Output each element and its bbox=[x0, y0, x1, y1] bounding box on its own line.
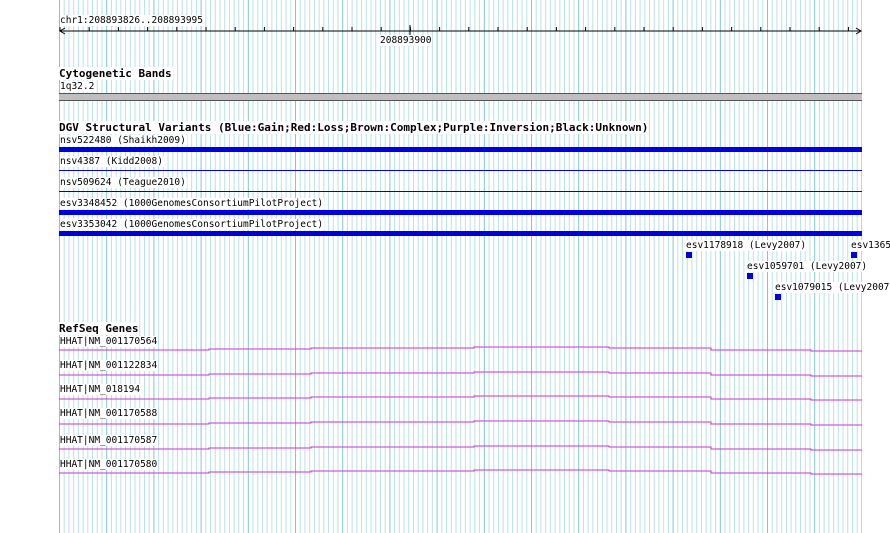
variant-label: esv1365 bbox=[851, 240, 890, 251]
track-title-refseq: RefSeq Genes bbox=[59, 322, 140, 335]
variant-label: esv1178918 (Levy2007) bbox=[686, 240, 808, 251]
variant-marker[interactable] bbox=[775, 294, 781, 300]
gene-model[interactable] bbox=[59, 467, 862, 476]
variant-bar[interactable] bbox=[59, 231, 862, 236]
gene-model[interactable] bbox=[59, 393, 862, 402]
cytoband-bar[interactable] bbox=[59, 93, 862, 101]
gene-model[interactable] bbox=[59, 369, 862, 378]
cytoband-label: 1q32.2 bbox=[60, 81, 96, 92]
variant-label: nsv509624 (Teague2010) bbox=[60, 177, 187, 188]
variant-bar[interactable] bbox=[59, 191, 862, 192]
variant-label: esv1059701 (Levy2007) bbox=[747, 261, 869, 272]
ruler-axis bbox=[59, 25, 862, 37]
variant-bar[interactable] bbox=[59, 147, 862, 152]
gene-model[interactable] bbox=[59, 418, 862, 427]
variant-bar[interactable] bbox=[59, 210, 862, 215]
variant-label: esv3353042 (1000GenomesConsortiumPilotPr… bbox=[60, 219, 325, 230]
variant-label: nsv522480 (Shaikh2009) bbox=[60, 135, 187, 146]
gene-model[interactable] bbox=[59, 443, 862, 452]
variant-marker[interactable] bbox=[747, 273, 753, 279]
background-grid bbox=[59, 0, 862, 533]
variant-label: esv1079015 (Levy2007 bbox=[775, 282, 890, 293]
variant-label: nsv4387 (Kidd2008) bbox=[60, 156, 164, 167]
variant-marker[interactable] bbox=[851, 252, 857, 258]
track-title-cytoband: Cytogenetic Bands bbox=[59, 67, 173, 80]
ruler-tick-label: 208893900 bbox=[380, 35, 433, 46]
track-title-dgv: DGV Structural Variants (Blue:Gain;Red:L… bbox=[59, 121, 650, 134]
gene-model[interactable] bbox=[59, 344, 862, 353]
variant-bar[interactable] bbox=[59, 170, 862, 171]
variant-marker[interactable] bbox=[686, 252, 692, 258]
variant-label: esv3348452 (1000GenomesConsortiumPilotPr… bbox=[60, 198, 325, 209]
